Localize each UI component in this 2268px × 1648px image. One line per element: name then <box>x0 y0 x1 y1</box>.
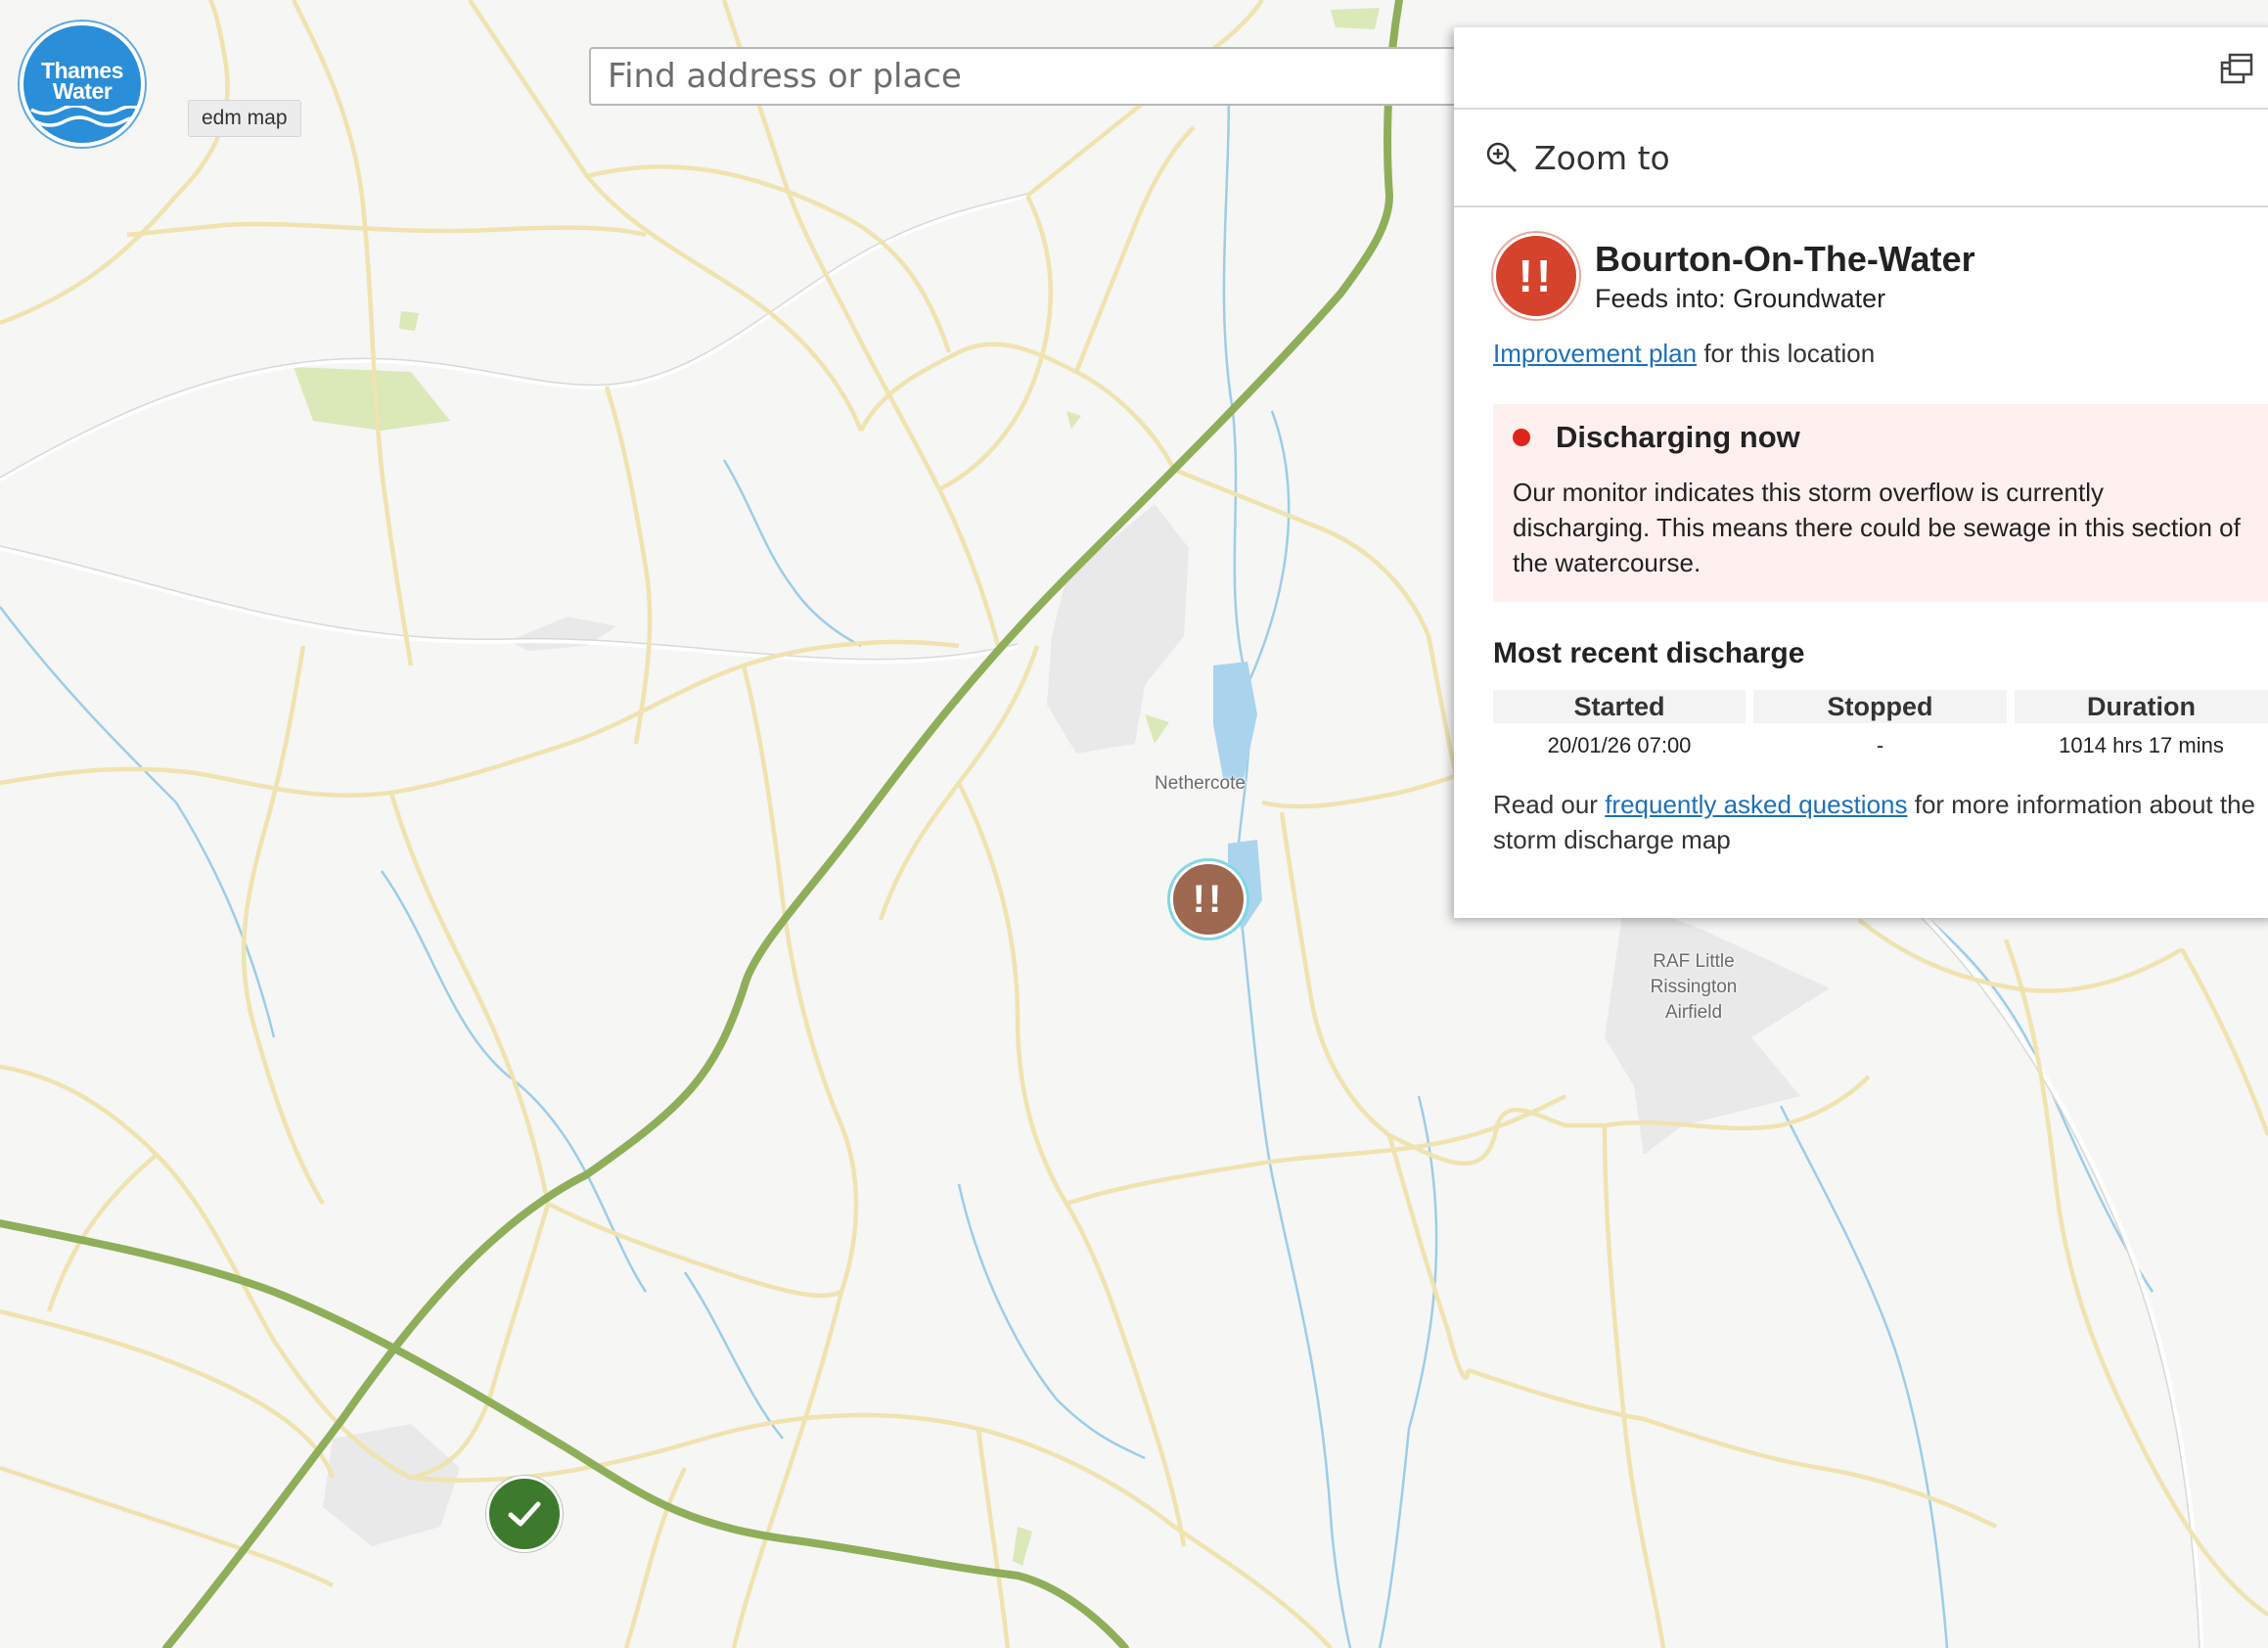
dock-icon[interactable] <box>2219 51 2254 86</box>
cell-started: 20/01/26 07:00 <box>1547 733 1692 757</box>
waves-icon <box>30 106 138 127</box>
improvement-plan-link[interactable]: Improvement plan <box>1493 339 1697 368</box>
discharge-alert-marker[interactable]: !! <box>1170 861 1247 938</box>
faq-row: Read our frequently asked questions for … <box>1493 787 2268 857</box>
raf-label-line3: Airfield <box>1664 1002 1723 1023</box>
recent-discharge-title: Most recent discharge <box>1493 637 1805 669</box>
feeds-into: Feeds into: Groundwater <box>1595 283 1886 313</box>
discharge-status-label: Discharging now <box>1556 420 1800 454</box>
search-input[interactable] <box>589 47 1470 106</box>
col-header-started: Started <box>1493 690 1746 723</box>
check-icon <box>508 1501 541 1527</box>
improvement-plan-row: Improvement plan for this location <box>1493 339 2268 369</box>
alert-status-icon: !! <box>1493 233 1579 319</box>
faq-line-2: storm discharge map <box>1493 825 1731 854</box>
raf-label-line1: RAF Little <box>1653 951 1735 972</box>
no-discharge-marker[interactable] <box>486 1476 563 1552</box>
raf-label-line2: Rissington <box>1650 977 1738 997</box>
site-name: Bourton-On-The-Water <box>1595 238 1975 279</box>
thames-water-logo[interactable]: Thames Water <box>20 22 145 147</box>
table-header-row: Started Stopped Duration <box>1493 690 2268 723</box>
popup-body: !! Bourton-On-The-Water Feeds into: Grou… <box>1454 207 2268 857</box>
discharge-status-box: Discharging now Our monitor indicates th… <box>1493 404 2268 602</box>
red-status-dot <box>1513 429 1530 446</box>
col-header-stopped: Stopped <box>1753 690 2007 723</box>
cell-duration: 1014 hrs 17 mins <box>2059 733 2224 757</box>
zoom-in-icon <box>1486 142 1518 173</box>
site-info-popup: Zoom to !! Bourton-On-The-Water Feeds in… <box>1454 27 2268 918</box>
place-label-raf-airfield: RAF Little Rissington Airfield <box>1640 949 1747 1026</box>
faq-suffix: for more information about the <box>1907 790 2256 819</box>
col-header-duration: Duration <box>2014 690 2268 723</box>
recent-discharge-table: Started Stopped Duration 20/01/26 07:00 … <box>1485 690 2268 759</box>
popup-header <box>1454 27 2268 110</box>
zoom-to-button[interactable]: Zoom to <box>1454 110 2268 207</box>
table-row: 20/01/26 07:00 - 1014 hrs 17 mins <box>1493 723 2268 759</box>
status-line-1: Our monitor indicates this storm overflo… <box>1513 478 2104 507</box>
site-header-text: Bourton-On-The-Water Feeds into: Groundw… <box>1595 239 1975 314</box>
faq-link[interactable]: frequently asked questions <box>1605 790 1907 819</box>
status-line-2: discharging. This means there could be s… <box>1513 513 2241 542</box>
discharge-status-title: Discharging now <box>1513 420 2268 455</box>
status-line-3: the watercourse. <box>1513 548 1701 577</box>
place-label-nethercote: Nethercote <box>1155 773 1246 794</box>
logo-text: Thames Water <box>23 60 141 104</box>
discharge-status-text: Our monitor indicates this storm overflo… <box>1513 475 2268 580</box>
logo-line2: Water <box>52 78 113 104</box>
improvement-plan-suffix: for this location <box>1697 339 1876 368</box>
site-header: !! Bourton-On-The-Water Feeds into: Grou… <box>1493 233 2268 319</box>
cell-stopped: - <box>1876 733 1884 757</box>
zoom-to-label: Zoom to <box>1534 138 1670 177</box>
app-title-tooltip: edm map <box>188 100 301 137</box>
faq-prefix: Read our <box>1493 790 1606 819</box>
